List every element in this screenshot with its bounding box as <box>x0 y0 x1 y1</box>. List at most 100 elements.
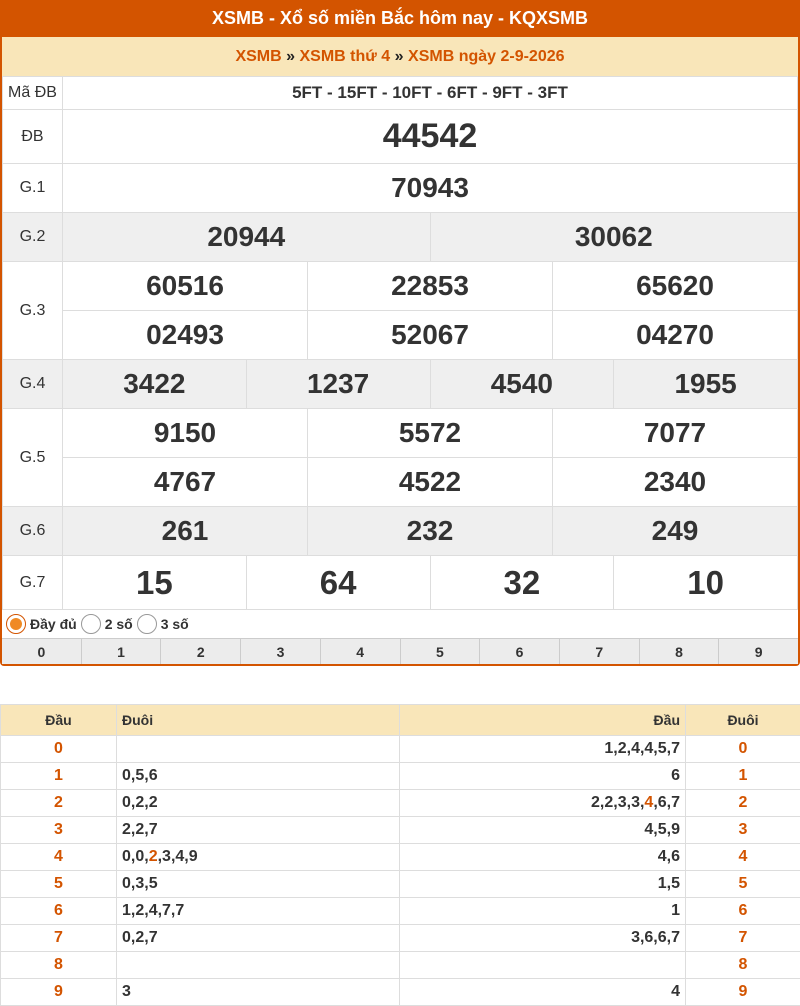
heads-part: 2,2,3,3, <box>591 794 645 811</box>
duoi-cell: 5 <box>685 870 800 898</box>
g5-value: 7077 <box>552 408 798 458</box>
g3-value: 65620 <box>552 261 798 311</box>
table-row: 5 0,3,5 1,5 5 <box>0 870 800 898</box>
tails-part: 0,0, <box>122 848 149 865</box>
tails-cell: 2,2,7 <box>116 816 400 844</box>
digit-filter-7[interactable]: 7 <box>559 639 640 664</box>
radio-full[interactable] <box>6 614 26 634</box>
breadcrumb-sep: » <box>394 48 404 65</box>
breadcrumb-xsmb[interactable]: XSMB <box>235 48 281 65</box>
g5-label: G.5 <box>2 408 63 507</box>
g1-value: 70943 <box>62 163 798 213</box>
radio-three[interactable] <box>136 614 157 634</box>
breadcrumb-xsmb-date[interactable]: XSMB ngày 2-9-2026 <box>408 48 565 65</box>
table-row: 2 0,2,2 2,2,3,3,4,6,7 2 <box>0 789 800 817</box>
heads-cell: 4,6 <box>399 843 686 871</box>
g7-value: 10 <box>613 555 798 610</box>
g5-value: 4767 <box>62 457 308 507</box>
digit-filter-2[interactable]: 2 <box>161 639 242 664</box>
dau-cell: 6 <box>0 897 117 925</box>
tails-cell: 0,0,2,3,4,9 <box>116 843 400 871</box>
tails-part: ,3,4,9 <box>157 848 198 865</box>
digit-filter-0[interactable]: 0 <box>2 639 82 664</box>
g6-label: G.6 <box>2 506 63 556</box>
header-dau: Đầu <box>0 704 117 736</box>
tails-cell: 1,2,4,7,7 <box>116 897 400 925</box>
dau-cell: 7 <box>0 924 117 952</box>
g4-value: 3422 <box>62 359 247 409</box>
table-row: 9 3 4 9 <box>0 978 800 1006</box>
digit-filter-3[interactable]: 3 <box>241 639 321 664</box>
header-duoi-right: Đuôi <box>685 704 800 736</box>
display-options: Đầy đủ 2 số 3 số <box>2 610 798 638</box>
heads-cell <box>399 951 686 979</box>
tails-cell: 3 <box>116 978 400 1006</box>
table-row: 3 2,2,7 4,5,9 3 <box>0 816 800 844</box>
digit-filter-1[interactable]: 1 <box>81 639 162 664</box>
page-title: XSMB - Xổ số miền Bắc hôm nay - KQXSMB <box>0 0 800 37</box>
g5-value: 4522 <box>307 457 553 507</box>
heads-cell: 4 <box>399 978 686 1006</box>
loto-table: Đầu Đuôi Đầu Đuôi 0 1,2,4,4,5,7 0 1 0,5,… <box>0 704 800 1006</box>
dau-cell: 8 <box>0 951 117 979</box>
g3-value: 04270 <box>552 310 798 360</box>
option-full-label: Đầy đủ <box>30 616 77 632</box>
tails-cell: 0,5,6 <box>116 762 400 790</box>
g4-label: G.4 <box>2 359 63 409</box>
heads-cell: 4,5,9 <box>399 816 686 844</box>
g2-value: 30062 <box>429 212 798 262</box>
digit-filter-5[interactable]: 5 <box>400 639 481 664</box>
dau-cell: 9 <box>0 978 117 1006</box>
g4-value: 1237 <box>245 359 431 409</box>
dau-cell: 4 <box>0 843 117 871</box>
g6-value: 232 <box>307 506 553 556</box>
digit-filter-8[interactable]: 8 <box>639 639 720 664</box>
heads-part: ,6,7 <box>653 794 680 811</box>
breadcrumb-xsmb-thu4[interactable]: XSMB thứ 4 <box>300 48 391 65</box>
db-label: ĐB <box>2 109 63 164</box>
g4-value: 1955 <box>613 359 798 409</box>
db-value: 44542 <box>62 109 798 164</box>
header-dau-right: Đầu <box>399 704 686 736</box>
g7-value: 15 <box>62 555 247 610</box>
table-row: 6 1,2,4,7,7 1 6 <box>0 897 800 925</box>
tails-cell <box>116 951 400 979</box>
digit-filter-4[interactable]: 4 <box>320 639 401 664</box>
g3-value: 60516 <box>62 261 308 311</box>
table-row: 7 0,2,7 3,6,6,7 7 <box>0 924 800 952</box>
table-row: 4 0,0,2,3,4,9 4,6 4 <box>0 843 800 871</box>
breadcrumb: XSMB » XSMB thứ 4 » XSMB ngày 2-9-2026 <box>2 37 798 76</box>
tails-cell: 0,2,7 <box>116 924 400 952</box>
digit-filter-9[interactable]: 9 <box>719 639 799 664</box>
dau-cell: 0 <box>0 735 117 763</box>
duoi-cell: 4 <box>685 843 800 871</box>
digit-filter-6[interactable]: 6 <box>480 639 560 664</box>
g3-value: 52067 <box>307 310 553 360</box>
g5-value: 2340 <box>552 457 798 507</box>
duoi-cell: 8 <box>685 951 800 979</box>
g7-label: G.7 <box>2 555 63 610</box>
heads-cell: 1,5 <box>399 870 686 898</box>
option-full[interactable]: Đầy đủ <box>6 614 77 634</box>
option-two[interactable]: 2 số <box>80 614 133 634</box>
tails-cell: 0,3,5 <box>116 870 400 898</box>
g5-value: 9150 <box>62 408 308 458</box>
radio-two[interactable] <box>80 614 101 634</box>
tails-highlight: 2 <box>148 848 158 865</box>
g3-label: G.3 <box>2 261 63 360</box>
tails-cell <box>116 735 400 763</box>
duoi-cell: 1 <box>685 762 800 790</box>
dau-cell: 3 <box>0 816 117 844</box>
option-three[interactable]: 3 số <box>136 614 189 634</box>
heads-cell: 3,6,6,7 <box>399 924 686 952</box>
duoi-cell: 3 <box>685 816 800 844</box>
duoi-cell: 7 <box>685 924 800 952</box>
heads-cell: 1 <box>399 897 686 925</box>
ma-db-value: 5FT - 15FT - 10FT - 6FT - 9FT - 3FT <box>62 76 798 110</box>
g7-value: 32 <box>429 555 615 610</box>
heads-cell: 1,2,4,4,5,7 <box>399 735 686 763</box>
ma-db-label: Mã ĐB <box>2 76 63 110</box>
g2-label: G.2 <box>2 212 63 262</box>
duoi-cell: 6 <box>685 897 800 925</box>
g6-value: 261 <box>62 506 308 556</box>
